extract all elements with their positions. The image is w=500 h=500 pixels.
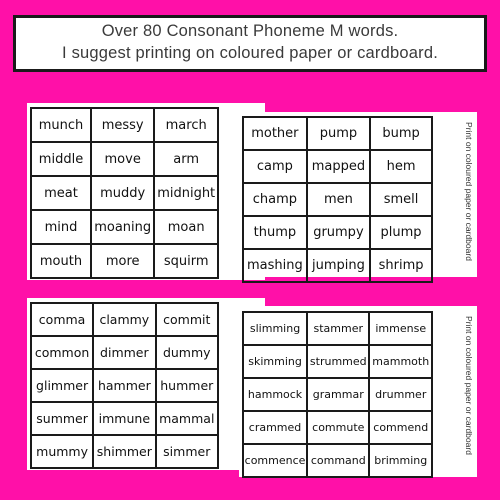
grid-row: mind moaning moan xyxy=(30,209,219,245)
grid-row: mouth more squirm xyxy=(30,243,219,279)
word-cell: mother xyxy=(242,116,308,151)
word-grid: comma clammy commit common dimmer dummy glimme… xyxy=(29,302,220,469)
word-cell: more xyxy=(89,243,156,279)
word-cell: squirm xyxy=(153,243,219,279)
word-cell: simmer xyxy=(154,434,220,469)
print-note: Print on coloured paper or cardboard xyxy=(464,316,474,455)
grid-row: crammed commute commend xyxy=(241,410,433,445)
grid-row: skimming strummed mammoth xyxy=(241,344,433,379)
word-card-bottom-left: comma clammy commit common dimmer dummy glimme… xyxy=(27,298,265,470)
word-cell: pump xyxy=(305,116,372,151)
word-cell: grammar xyxy=(306,377,371,412)
header-line-2: I suggest printing on coloured paper or … xyxy=(62,44,438,62)
grid-row: champ men smell xyxy=(242,182,433,217)
word-grid: slimming stammer immense skimming strummed ma… xyxy=(241,311,433,478)
grid-row: comma clammy commit xyxy=(29,302,220,337)
word-cell: middle xyxy=(30,141,92,177)
word-cell: meat xyxy=(30,175,92,211)
grid-row: camp mapped hem xyxy=(242,149,433,184)
word-cell: mapped xyxy=(305,149,372,184)
word-cell: mummy xyxy=(29,434,95,469)
word-card-bottom-right: slimming stammer immense skimming strummed ma… xyxy=(239,306,477,478)
word-cell: commend xyxy=(368,410,433,445)
word-grid: munch messy march middle move arm meat muddy mid… xyxy=(30,107,219,279)
word-card-top-left: munch messy march middle move arm meat muddy mid… xyxy=(27,103,265,280)
word-cell: mind xyxy=(30,209,92,245)
grid-row: slimming stammer immense xyxy=(241,311,433,346)
word-cell: grumpy xyxy=(305,215,372,250)
word-cell: march xyxy=(153,107,219,143)
grid-row: munch messy march xyxy=(30,107,219,143)
word-cell: jumping xyxy=(305,248,372,283)
word-cell: glimmer xyxy=(29,368,95,403)
grid-row: mashing jumping shrimp xyxy=(242,248,433,283)
grid-row: summer immune mammal xyxy=(29,401,220,436)
word-cell: shrimp xyxy=(369,248,433,283)
word-grid: mother pump bump camp mapped hem champ men smell… xyxy=(242,116,433,283)
word-cell: comma xyxy=(29,302,95,337)
word-cell: slimming xyxy=(241,311,309,346)
word-cell: midnight xyxy=(153,175,219,211)
word-cell: plump xyxy=(369,215,433,250)
word-cell: summer xyxy=(29,401,95,436)
header-line-1: Over 80 Consonant Phoneme M words. xyxy=(101,22,399,40)
word-cell: command xyxy=(306,443,371,478)
print-note: Print on coloured paper or cardboard xyxy=(464,122,474,261)
grid-row: hammock grammar drummer xyxy=(241,377,433,412)
word-cell: commute xyxy=(306,410,371,445)
word-cell: drummer xyxy=(368,377,433,412)
grid-row: middle move arm xyxy=(30,141,219,177)
word-cell: camp xyxy=(242,149,308,184)
word-cell: shimmer xyxy=(92,434,157,469)
grid-row: common dimmer dummy xyxy=(29,335,220,370)
word-cell: mammal xyxy=(154,401,220,436)
word-cell: arm xyxy=(153,141,219,177)
word-cell: dummy xyxy=(154,335,220,370)
grid-row: thump grumpy plump xyxy=(242,215,433,250)
grid-row: mummy shimmer simmer xyxy=(29,434,220,469)
grid-row: glimmer hammer hummer xyxy=(29,368,220,403)
word-cell: skimming xyxy=(241,344,309,379)
word-cell: mashing xyxy=(242,248,308,283)
word-cell: strummed xyxy=(306,344,371,379)
word-cell: commit xyxy=(154,302,220,337)
word-cell: move xyxy=(89,141,156,177)
word-cell: common xyxy=(29,335,95,370)
header-banner: Over 80 Consonant Phoneme M words. I sug… xyxy=(13,15,487,72)
word-cell: immense xyxy=(368,311,433,346)
grid-row: commence command brimming xyxy=(241,443,433,478)
word-cell: hummer xyxy=(154,368,220,403)
word-cell: mouth xyxy=(30,243,92,279)
word-cell: brimming xyxy=(368,443,433,478)
word-card-top-right: mother pump bump camp mapped hem champ men smell… xyxy=(239,112,477,283)
word-cell: hem xyxy=(369,149,433,184)
word-cell: stammer xyxy=(306,311,371,346)
grid-row: mother pump bump xyxy=(242,116,433,151)
word-cell: mammoth xyxy=(368,344,433,379)
word-cell: clammy xyxy=(92,302,157,337)
word-cell: bump xyxy=(369,116,433,151)
word-cell: thump xyxy=(242,215,308,250)
word-cell: hammer xyxy=(92,368,157,403)
word-cell: champ xyxy=(242,182,308,217)
word-cell: commence xyxy=(241,443,309,478)
word-cell: crammed xyxy=(241,410,309,445)
word-cell: moaning xyxy=(89,209,156,245)
word-cell: moan xyxy=(153,209,219,245)
grid-row: meat muddy midnight xyxy=(30,175,219,211)
word-cell: immune xyxy=(92,401,157,436)
word-cell: hammock xyxy=(241,377,309,412)
word-cell: muddy xyxy=(89,175,156,211)
word-cell: messy xyxy=(89,107,156,143)
word-cell: smell xyxy=(369,182,433,217)
word-cell: dimmer xyxy=(92,335,157,370)
word-cell: men xyxy=(305,182,372,217)
word-cell: munch xyxy=(30,107,92,143)
